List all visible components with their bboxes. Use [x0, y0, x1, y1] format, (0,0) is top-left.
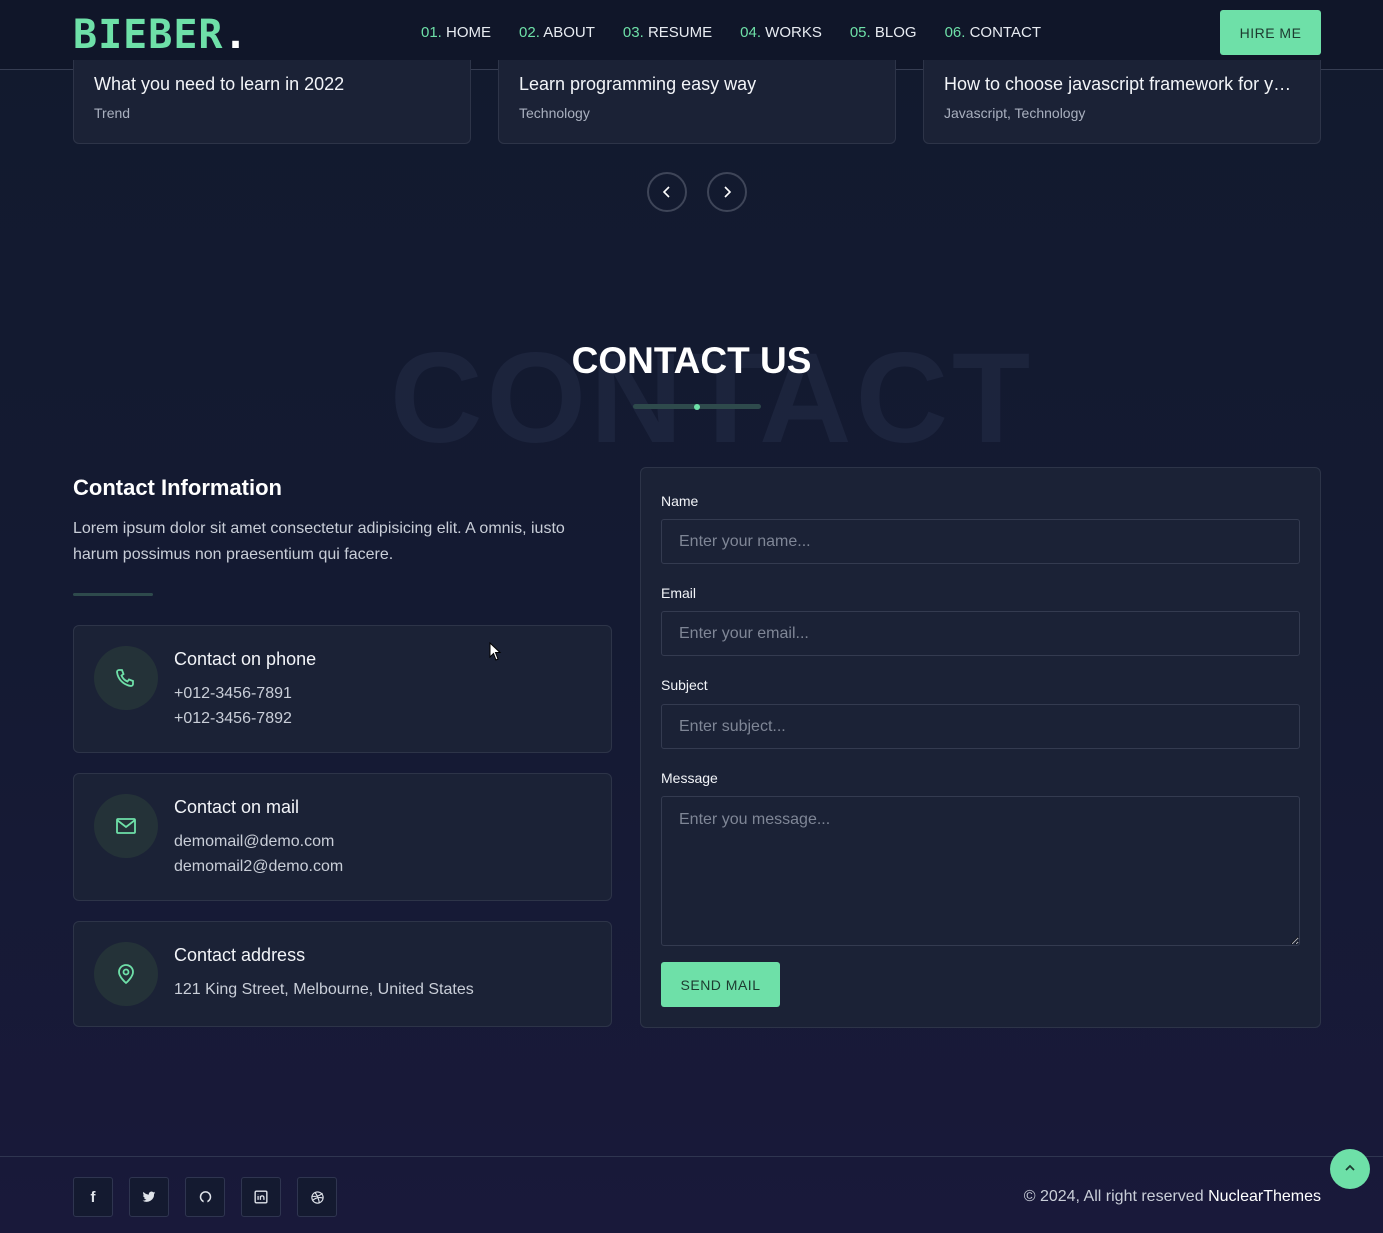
section-title: CONTACT US	[571, 340, 812, 381]
nav-num: 02.	[519, 24, 540, 41]
email-label: Email	[661, 585, 697, 601]
footer: f © 2024, All right reserved NuclearThem…	[0, 1156, 1383, 1233]
nav-label: CONTACT	[969, 24, 1041, 41]
subject-label: Subject	[661, 677, 708, 693]
divider	[73, 593, 153, 596]
chevron-left-icon	[662, 186, 670, 198]
card-title: Contact on mail	[174, 797, 300, 817]
dribbble-link[interactable]	[297, 1177, 337, 1217]
blog-tags: Trend	[94, 105, 131, 121]
scroll-to-top-button[interactable]	[1330, 1149, 1370, 1189]
nav-contact[interactable]: 06. CONTACT	[945, 24, 1041, 41]
twitter-link[interactable]	[129, 1177, 169, 1217]
mouse-cursor-icon	[489, 642, 502, 661]
twitter-icon	[142, 1191, 156, 1202]
message-label: Message	[661, 770, 718, 786]
phone-2[interactable]: +012-3456-7892	[174, 710, 292, 728]
nav-label: HOME	[446, 24, 492, 41]
copyright: © 2024, All right reserved NuclearThemes	[1024, 1188, 1321, 1206]
email-2[interactable]: demomail2@demo.com	[174, 858, 343, 876]
brand-link[interactable]: NuclearThemes	[1208, 1188, 1321, 1205]
email-1[interactable]: demomail@demo.com	[174, 833, 334, 851]
nav-num: 04.	[740, 24, 761, 41]
nav-label: WORKS	[765, 24, 822, 41]
contact-form: Name Email Subject Message SEND MAIL	[640, 467, 1321, 1028]
blog-title[interactable]: What you need to learn in 2022	[94, 74, 450, 95]
blog-title[interactable]: How to choose javascript framework for y…	[944, 74, 1300, 95]
name-label: Name	[661, 493, 699, 509]
nav-home[interactable]: 01. HOME	[421, 24, 491, 41]
logo-dot: .	[223, 12, 249, 58]
blog-card[interactable]: How to choose javascript framework for y…	[923, 60, 1321, 144]
facebook-link[interactable]: f	[73, 1177, 113, 1217]
linkedin-icon	[254, 1190, 268, 1204]
logo[interactable]: BIEBER.	[73, 12, 249, 58]
address: 121 King Street, Melbourne, United State…	[174, 981, 474, 998]
hire-me-button[interactable]: HIRE ME	[1220, 10, 1321, 55]
send-mail-button[interactable]: SEND MAIL	[661, 962, 780, 1007]
dribbble-icon	[310, 1190, 324, 1204]
card-title: Contact on phone	[174, 649, 317, 669]
nav-label: RESUME	[647, 24, 713, 41]
nav-label: ABOUT	[543, 24, 595, 41]
nav-num: 01.	[421, 24, 442, 41]
contact-card-address: Contact address 121 King Street, Melbour…	[73, 921, 612, 1027]
phone-1[interactable]: +012-3456-7891	[174, 685, 292, 703]
email-input[interactable]	[661, 611, 1300, 656]
name-input[interactable]	[661, 519, 1300, 564]
contact-info-heading: Contact Information	[73, 475, 282, 500]
title-underline	[633, 403, 761, 410]
nav-num: 05.	[849, 24, 871, 41]
blog-tags: Javascript, Technology	[944, 105, 1086, 121]
nav-about[interactable]: 02. ABOUT	[519, 24, 595, 41]
blog-card[interactable]: Learn programming easy way Technology	[498, 60, 896, 144]
nav-label: BLOG	[874, 24, 917, 41]
subject-input[interactable]	[661, 704, 1300, 749]
card-title: Contact address	[174, 945, 306, 965]
next-slide-button[interactable]	[707, 172, 747, 212]
chevron-right-icon	[724, 186, 732, 198]
blog-title[interactable]: Learn programming easy way	[519, 74, 875, 95]
linkedin-link[interactable]	[241, 1177, 281, 1217]
contact-card-phone: Contact on phone +012-3456-7891 +012-345…	[73, 625, 612, 753]
nav-num: 03.	[622, 24, 644, 41]
mail-icon	[94, 794, 158, 858]
github-link[interactable]	[185, 1177, 225, 1217]
blog-card[interactable]: What you need to learn in 2022 Trend	[73, 60, 471, 144]
blog-tags: Technology	[519, 105, 590, 121]
nav-blog[interactable]: 05. BLOG	[850, 24, 917, 41]
prev-slide-button[interactable]	[647, 172, 687, 212]
chevron-up-icon	[1345, 1164, 1355, 1171]
nav-works[interactable]: 04. WORKS	[740, 24, 822, 41]
contact-card-mail: Contact on mail demomail@demo.com demoma…	[73, 773, 612, 901]
message-input[interactable]	[661, 796, 1300, 946]
logo-text: BIEBER	[73, 12, 224, 58]
phone-icon	[94, 646, 158, 710]
github-icon	[199, 1190, 211, 1204]
main-nav: 01. HOME 02. ABOUT 03. RESUME 04. WORKS …	[421, 24, 1041, 41]
copyright-text: © 2024, All right reserved	[1023, 1188, 1204, 1205]
contact-info-text: Lorem ipsum dolor sit amet consectetur a…	[73, 520, 565, 563]
map-pin-icon	[94, 942, 158, 1006]
nav-num: 06.	[944, 24, 966, 41]
facebook-icon: f	[90, 1188, 96, 1206]
nav-resume[interactable]: 03. RESUME	[623, 24, 712, 41]
